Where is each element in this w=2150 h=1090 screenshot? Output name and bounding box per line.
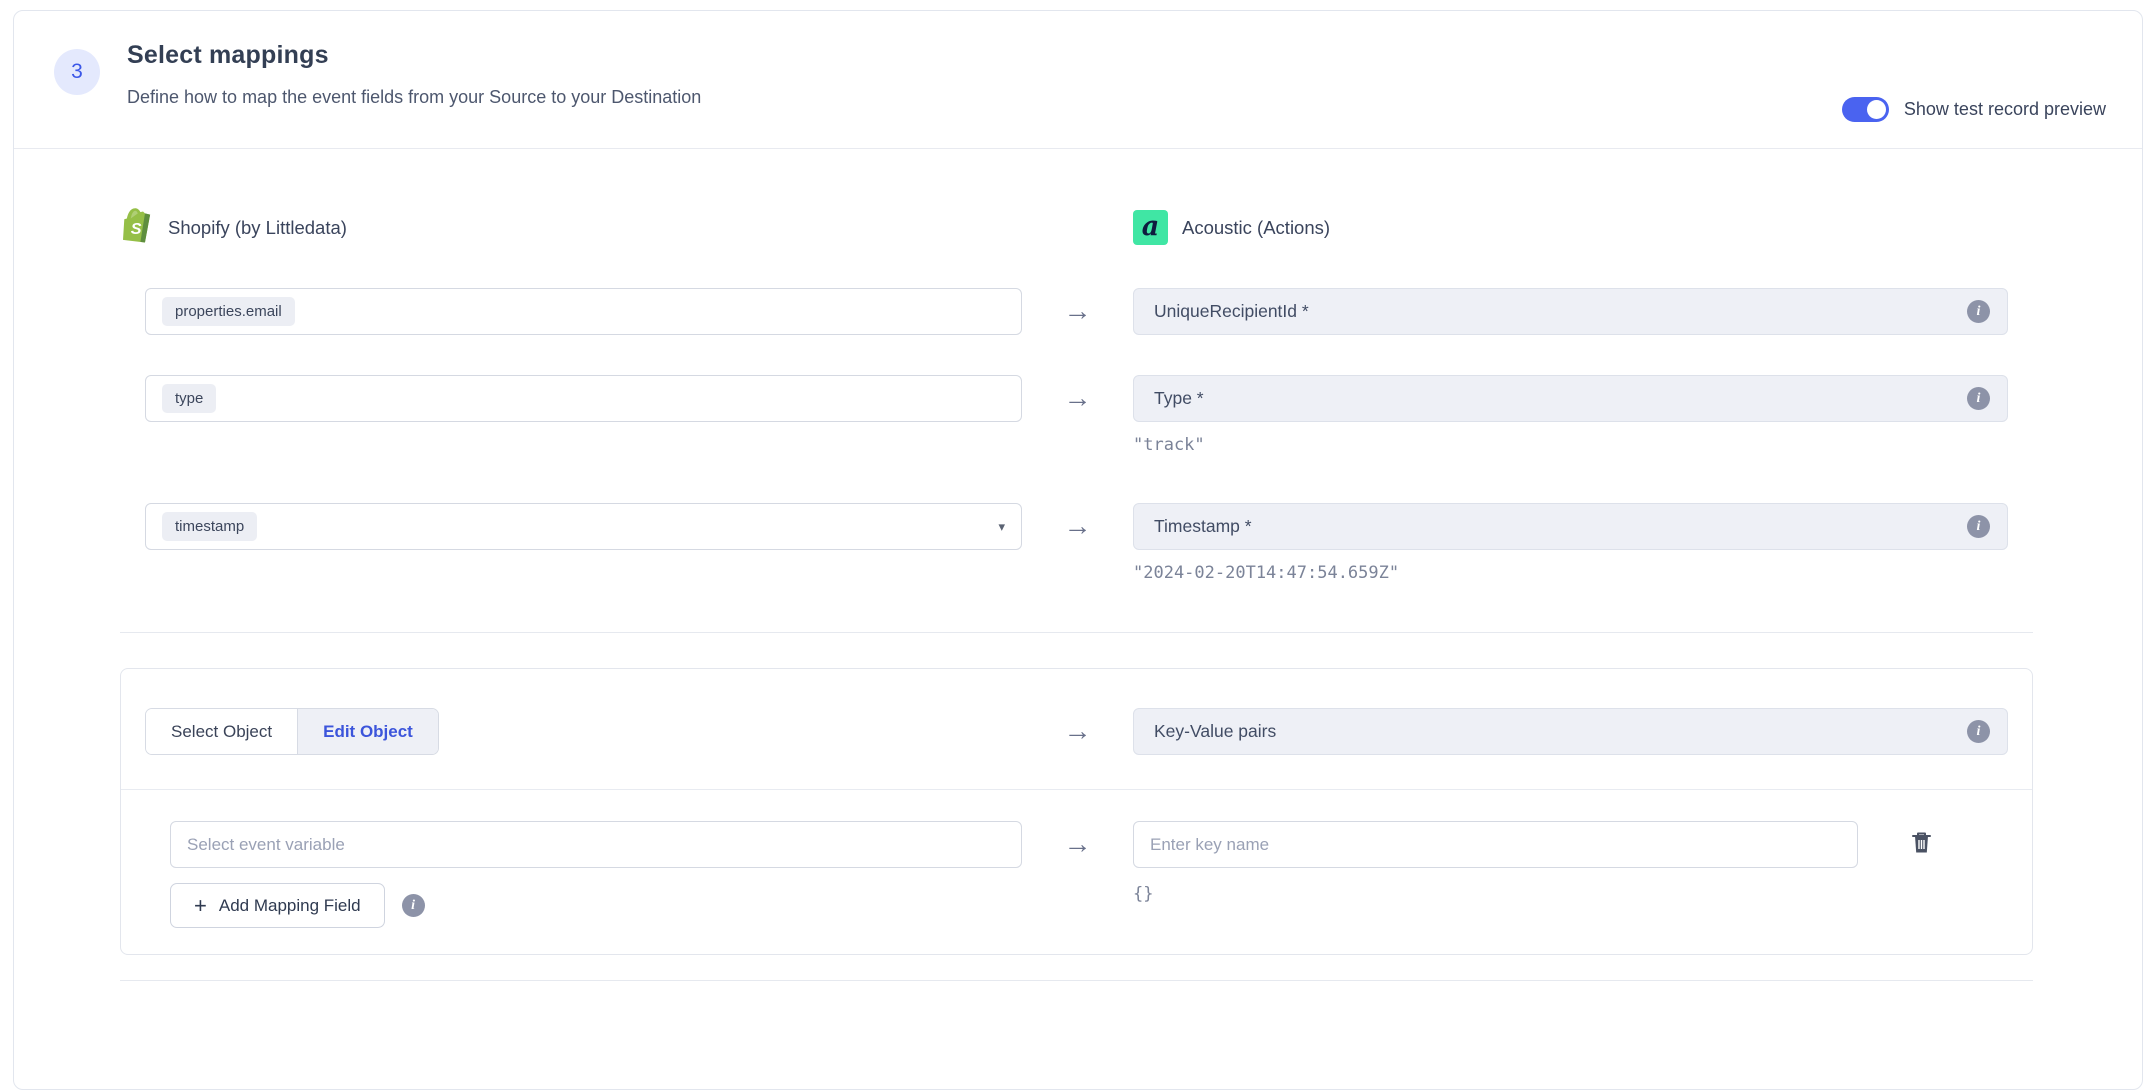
preview-toggle-group: Show test record preview [1842,97,2106,122]
source-field-input[interactable]: properties.email [145,288,1022,335]
add-mapping-row: + Add Mapping Field i [170,883,1022,928]
add-mapping-field-button[interactable]: + Add Mapping Field [170,883,385,928]
destination-field-label: Type * [1154,388,1204,409]
shopify-icon: S [123,207,154,248]
source-connector: S Shopify (by Littledata) [123,207,1000,248]
object-card-body: → [121,790,2032,954]
trash-icon [1911,831,1932,858]
preview-row: "2024-02-20T14:47:54.659Z" [145,550,2008,583]
object-tabs-cell: Select Object Edit Object [145,708,1022,755]
source-field-chip[interactable]: properties.email [162,297,295,326]
destination-field: Timestamp * i [1133,503,2008,550]
connector-header-row: S Shopify (by Littledata) a Acoustic (Ac… [145,207,2008,248]
destination-field-label: Timestamp * [1154,516,1252,537]
key-name-cell [1133,821,2008,868]
plus-icon: + [194,895,207,917]
object-preview-value: {} [1133,884,2008,928]
delete-row-button[interactable] [1911,831,1932,858]
object-mapping-card: Select Object Edit Object → Key-Value pa… [120,668,2033,955]
test-record-preview-value: "track" [1133,435,2008,455]
info-icon[interactable]: i [402,894,425,917]
destination-field: UniqueRecipientId * i [1133,288,2008,335]
show-test-record-preview-toggle[interactable] [1842,97,1889,122]
info-icon[interactable]: i [1967,515,1990,538]
event-variable-input[interactable] [170,821,1022,868]
arrow-right-icon: → [1022,375,1133,422]
info-icon[interactable]: i [1967,387,1990,410]
destination-field-label: Key-Value pairs [1154,721,1276,742]
arrow-right-icon: → [1022,288,1133,335]
page-subtitle: Define how to map the event fields from … [127,87,701,108]
destination-connector: a Acoustic (Actions) [1133,207,2008,248]
toggle-label: Show test record preview [1904,99,2106,120]
destination-field-label: UniqueRecipientId * [1154,301,1309,322]
chevron-down-icon[interactable]: ▾ [998,519,1005,535]
arrow-right-icon: → [1022,503,1133,550]
source-field-input[interactable]: type [145,375,1022,422]
select-mappings-card: 3 Select mappings Define how to map the … [13,10,2143,1090]
key-name-input[interactable] [1133,821,1858,868]
step-number-badge: 3 [54,49,100,95]
destination-field: Key-Value pairs i [1133,708,2008,755]
source-field-dropdown[interactable]: timestamp ▾ [145,503,1022,550]
acoustic-icon: a [1133,210,1168,245]
preview-row: "track" [145,422,2008,455]
mapping-row: timestamp ▾ → Timestamp * i [145,503,2008,550]
event-variable-cell [170,821,1022,868]
object-card-header: Select Object Edit Object → Key-Value pa… [121,669,2032,789]
arrow-right-icon: → [1022,821,1133,868]
source-name: Shopify (by Littledata) [168,217,347,239]
mappings-body: S Shopify (by Littledata) a Acoustic (Ac… [14,207,2142,981]
test-record-preview-value: "2024-02-20T14:47:54.659Z" [1133,563,2008,583]
card-header: 3 Select mappings Define how to map the … [14,11,2142,149]
page-title: Select mappings [127,41,701,70]
destination-field: Type * i [1133,375,2008,422]
object-mode-tabs: Select Object Edit Object [145,708,439,755]
mapping-rows: properties.email → UniqueRecipientId * i… [145,288,2008,583]
svg-text:S: S [131,220,142,238]
mapping-row: type → Type * i [145,375,2008,422]
info-icon[interactable]: i [1967,720,1990,743]
tab-edit-object[interactable]: Edit Object [297,709,438,754]
tab-select-object[interactable]: Select Object [146,709,297,754]
section-divider [120,980,2033,981]
source-field-chip[interactable]: timestamp [162,512,257,541]
arrow-right-icon: → [1022,708,1133,755]
header-text: Select mappings Define how to map the ev… [127,41,701,108]
add-mapping-field-label: Add Mapping Field [219,896,361,916]
toggle-knob [1867,100,1886,119]
info-icon[interactable]: i [1967,300,1990,323]
destination-name: Acoustic (Actions) [1182,217,1330,239]
source-field-chip[interactable]: type [162,384,216,413]
mapping-row: properties.email → UniqueRecipientId * i [145,288,2008,335]
section-divider [120,632,2033,633]
